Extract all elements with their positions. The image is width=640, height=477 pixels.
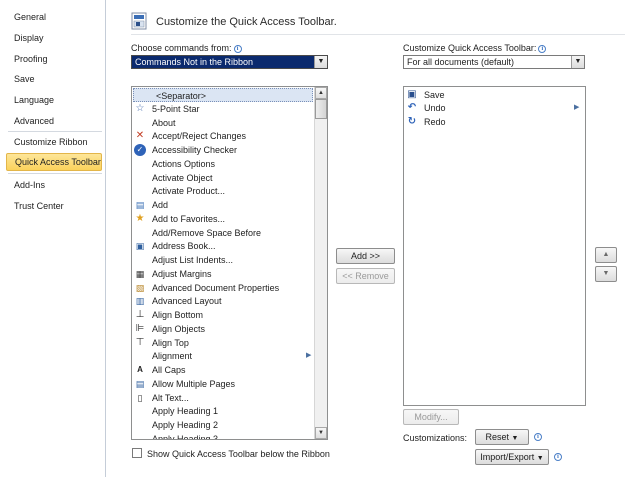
save-icon: ▣ <box>407 89 417 100</box>
list-item-separator[interactable]: <Separator> <box>133 88 313 102</box>
layout-icon: ▥ <box>135 296 145 306</box>
alt-text-icon: ▯ <box>137 393 143 403</box>
list-item[interactable]: ↶ Undo ▶ <box>404 101 584 115</box>
align-objects-icon: ⊫ <box>135 323 145 334</box>
info-icon[interactable]: i <box>534 433 542 441</box>
scroll-down-arrow-icon[interactable]: ▼ <box>315 427 327 439</box>
info-icon[interactable]: i <box>554 453 562 461</box>
sidebar-item-general[interactable]: General <box>6 8 102 26</box>
chevron-down-icon: ▼ <box>511 435 519 442</box>
reset-button[interactable]: Reset ▼ <box>475 429 529 445</box>
show-below-ribbon-label[interactable]: Show Quick Access Toolbar below the Ribb… <box>147 449 330 459</box>
options-sidebar: General Display Proofing Save Language A… <box>0 0 106 477</box>
chevron-down-icon[interactable]: ▼ <box>571 56 584 68</box>
add-button[interactable]: Add >> <box>336 248 395 264</box>
sidebar-item-save[interactable]: Save <box>6 70 102 88</box>
modify-button[interactable]: Modify... <box>403 409 459 425</box>
move-up-arrow-icon: ▲ <box>602 251 610 258</box>
sidebar-divider <box>8 131 102 132</box>
chevron-down-icon: ▼ <box>536 455 544 462</box>
show-below-ribbon-checkbox[interactable] <box>132 448 142 458</box>
sidebar-item-advanced[interactable]: Advanced <box>6 112 102 130</box>
sidebar-item-proofing[interactable]: Proofing <box>6 50 102 68</box>
info-icon[interactable]: i <box>538 45 547 53</box>
sidebar-item-quick-access-toolbar[interactable]: Quick Access Toolbar <box>6 153 102 171</box>
header-divider <box>131 34 625 35</box>
move-down-arrow-icon: ▼ <box>602 270 610 277</box>
list-item[interactable]: Alignment ▶ <box>132 349 312 363</box>
remove-button[interactable]: << Remove <box>336 268 395 284</box>
commands-list-scrollbar[interactable]: ▲ ▼ <box>314 87 327 439</box>
sidebar-item-language[interactable]: Language <box>6 91 102 109</box>
quick-access-toolbar-icon <box>131 12 147 30</box>
sidebar-item-add-ins[interactable]: Add-Ins <box>6 176 102 194</box>
page-title: Customize the Quick Access Toolbar. <box>156 16 337 28</box>
add-icon: ▤ <box>135 200 145 210</box>
scrollbar-thumb[interactable] <box>315 99 327 119</box>
choose-commands-label: Choose commands from: i <box>131 43 242 53</box>
customize-qat-label: Customize Quick Access Toolbar: i <box>403 43 547 53</box>
submenu-arrow-icon: ▶ <box>574 104 580 111</box>
accessibility-icon: ✓ <box>134 144 146 156</box>
chevron-down-icon[interactable]: ▼ <box>314 56 327 68</box>
customizations-label: Customizations: <box>403 433 468 443</box>
sidebar-divider <box>8 173 102 174</box>
move-up-button[interactable]: ▲ <box>595 247 617 263</box>
info-icon[interactable]: i <box>233 45 242 53</box>
address-book-icon: ▣ <box>135 241 145 251</box>
redo-icon: ↻ <box>407 116 417 127</box>
align-bottom-icon: ⊥ <box>135 309 145 320</box>
accept-reject-icon: ✕ <box>135 130 145 141</box>
align-top-icon: ⊤ <box>135 337 145 348</box>
scroll-up-arrow-icon[interactable]: ▲ <box>315 87 327 99</box>
commands-list[interactable]: <Separator> ☆ 5-Point Star About ✕ Accep… <box>131 86 328 440</box>
submenu-arrow-icon: ▶ <box>306 352 312 359</box>
move-down-button[interactable]: ▼ <box>595 266 617 282</box>
favorites-icon: ★ <box>135 213 145 224</box>
multiple-pages-icon: ▤ <box>135 379 145 389</box>
all-caps-icon: A <box>137 365 143 374</box>
undo-icon: ↶ <box>407 102 417 113</box>
main-panel: Customize the Quick Access Toolbar. Choo… <box>107 0 640 477</box>
sidebar-item-customize-ribbon[interactable]: Customize Ribbon <box>6 133 102 151</box>
import-export-button[interactable]: Import/Export ▼ <box>475 449 549 465</box>
sidebar-item-trust-center[interactable]: Trust Center <box>6 197 102 215</box>
choose-commands-dropdown[interactable]: Commands Not in the Ribbon ▼ <box>131 55 328 69</box>
customize-qat-dropdown[interactable]: For all documents (default) ▼ <box>403 55 585 69</box>
star-icon: ☆ <box>135 103 145 114</box>
sidebar-item-display[interactable]: Display <box>6 29 102 47</box>
quick-access-toolbar-list[interactable]: ▣ Save ↶ Undo ▶ ↻ Redo <box>403 86 586 406</box>
doc-properties-icon: ▧ <box>135 283 145 293</box>
margins-icon: ▦ <box>135 269 145 279</box>
